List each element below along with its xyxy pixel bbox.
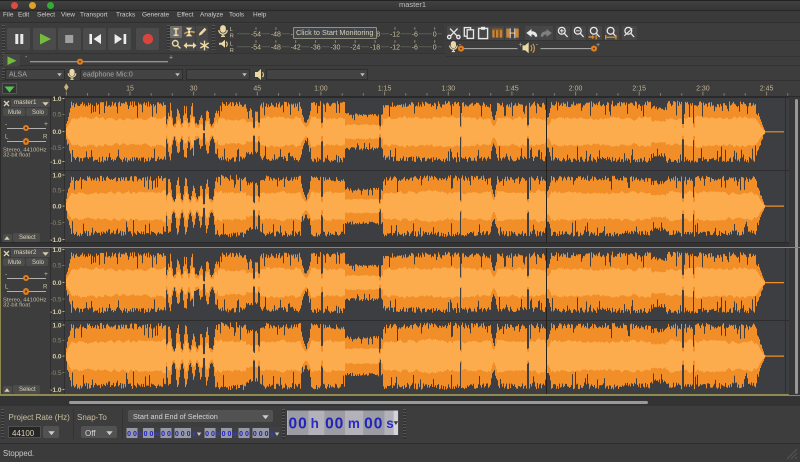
svg-text:0 0: 0 0 xyxy=(205,431,215,438)
svg-text:-24: -24 xyxy=(350,44,360,51)
svg-text:2:30: 2:30 xyxy=(696,85,710,92)
svg-text:.: . xyxy=(250,431,252,438)
svg-text:0.5: 0.5 xyxy=(52,263,61,270)
svg-text:0.0: 0.0 xyxy=(52,203,61,210)
svg-text:R: R xyxy=(230,33,234,39)
svg-text:-6: -6 xyxy=(412,44,418,51)
svg-text:-1.0: -1.0 xyxy=(50,309,62,316)
svg-text:1.0: 1.0 xyxy=(52,247,61,254)
svg-text:-0.5: -0.5 xyxy=(50,296,62,303)
svg-text:0 0: 0 0 xyxy=(222,431,232,438)
svg-text:-: - xyxy=(25,54,28,61)
svg-text:1:45: 1:45 xyxy=(505,85,519,92)
svg-text:30: 30 xyxy=(190,85,198,92)
svg-text:h: h xyxy=(216,431,220,438)
svg-text:s: s xyxy=(270,431,274,438)
svg-text:2:45: 2:45 xyxy=(760,85,774,92)
svg-text:+: + xyxy=(519,42,523,49)
svg-text:1.0: 1.0 xyxy=(52,322,61,329)
svg-text:0 0 0: 0 0 0 xyxy=(175,431,191,438)
svg-text:R: R xyxy=(230,48,234,53)
svg-text:1.0: 1.0 xyxy=(52,96,61,103)
svg-text:-18: -18 xyxy=(370,44,380,51)
svg-text:0.0: 0.0 xyxy=(52,129,61,136)
svg-text:00: 00 xyxy=(288,415,307,432)
svg-text:-42: -42 xyxy=(291,44,301,51)
svg-text:s: s xyxy=(386,416,394,431)
svg-text:0 0 0: 0 0 0 xyxy=(253,431,269,438)
svg-text:h: h xyxy=(310,416,318,431)
svg-text:-0.5: -0.5 xyxy=(50,220,62,227)
svg-text:m: m xyxy=(347,416,359,431)
svg-text:00: 00 xyxy=(325,415,344,432)
svg-text:0 0: 0 0 xyxy=(127,431,137,438)
svg-text:-12: -12 xyxy=(390,44,400,51)
svg-text:2:00: 2:00 xyxy=(569,85,583,92)
svg-text:s: s xyxy=(192,431,196,438)
svg-text:-0.5: -0.5 xyxy=(50,145,62,152)
svg-text:45: 45 xyxy=(253,85,261,92)
svg-text:0 0: 0 0 xyxy=(239,431,249,438)
svg-text:1:15: 1:15 xyxy=(378,85,392,92)
svg-text:-1.0: -1.0 xyxy=(50,387,62,394)
svg-text:-12: -12 xyxy=(390,31,400,38)
svg-text:+: + xyxy=(169,55,173,62)
svg-text:2:15: 2:15 xyxy=(632,85,646,92)
svg-text:1:30: 1:30 xyxy=(441,85,455,92)
svg-text:-48: -48 xyxy=(271,31,281,38)
svg-text:L: L xyxy=(230,26,233,32)
svg-text:m: m xyxy=(232,431,238,438)
svg-text:-1.0: -1.0 xyxy=(50,237,62,244)
svg-text:-6: -6 xyxy=(412,31,418,38)
svg-text:0.0: 0.0 xyxy=(52,280,61,287)
svg-text:0: 0 xyxy=(433,31,437,38)
svg-text:0.0: 0.0 xyxy=(52,353,61,360)
svg-text:-1.0: -1.0 xyxy=(50,159,62,166)
svg-text:-48: -48 xyxy=(271,44,281,51)
svg-text:.: . xyxy=(172,431,174,438)
svg-text:0.5: 0.5 xyxy=(52,338,61,345)
svg-text:0 0: 0 0 xyxy=(161,431,171,438)
svg-text:-54: -54 xyxy=(251,44,261,51)
svg-text:0.5: 0.5 xyxy=(52,112,61,119)
svg-text:0: 0 xyxy=(433,44,437,51)
svg-text:-: - xyxy=(536,42,539,49)
svg-text:h: h xyxy=(138,431,142,438)
svg-text:-30: -30 xyxy=(330,44,340,51)
svg-text:15: 15 xyxy=(126,85,134,92)
svg-text:m: m xyxy=(154,431,160,438)
svg-text:-36: -36 xyxy=(311,44,321,51)
svg-text:0 0: 0 0 xyxy=(144,431,154,438)
svg-text:-0.5: -0.5 xyxy=(50,370,62,377)
svg-text:0.5: 0.5 xyxy=(52,188,61,195)
svg-text:1:00: 1:00 xyxy=(314,85,328,92)
svg-text:-54: -54 xyxy=(251,31,261,38)
svg-text:L: L xyxy=(230,41,233,47)
svg-text:1.0: 1.0 xyxy=(52,172,61,179)
svg-text:00: 00 xyxy=(364,415,383,432)
